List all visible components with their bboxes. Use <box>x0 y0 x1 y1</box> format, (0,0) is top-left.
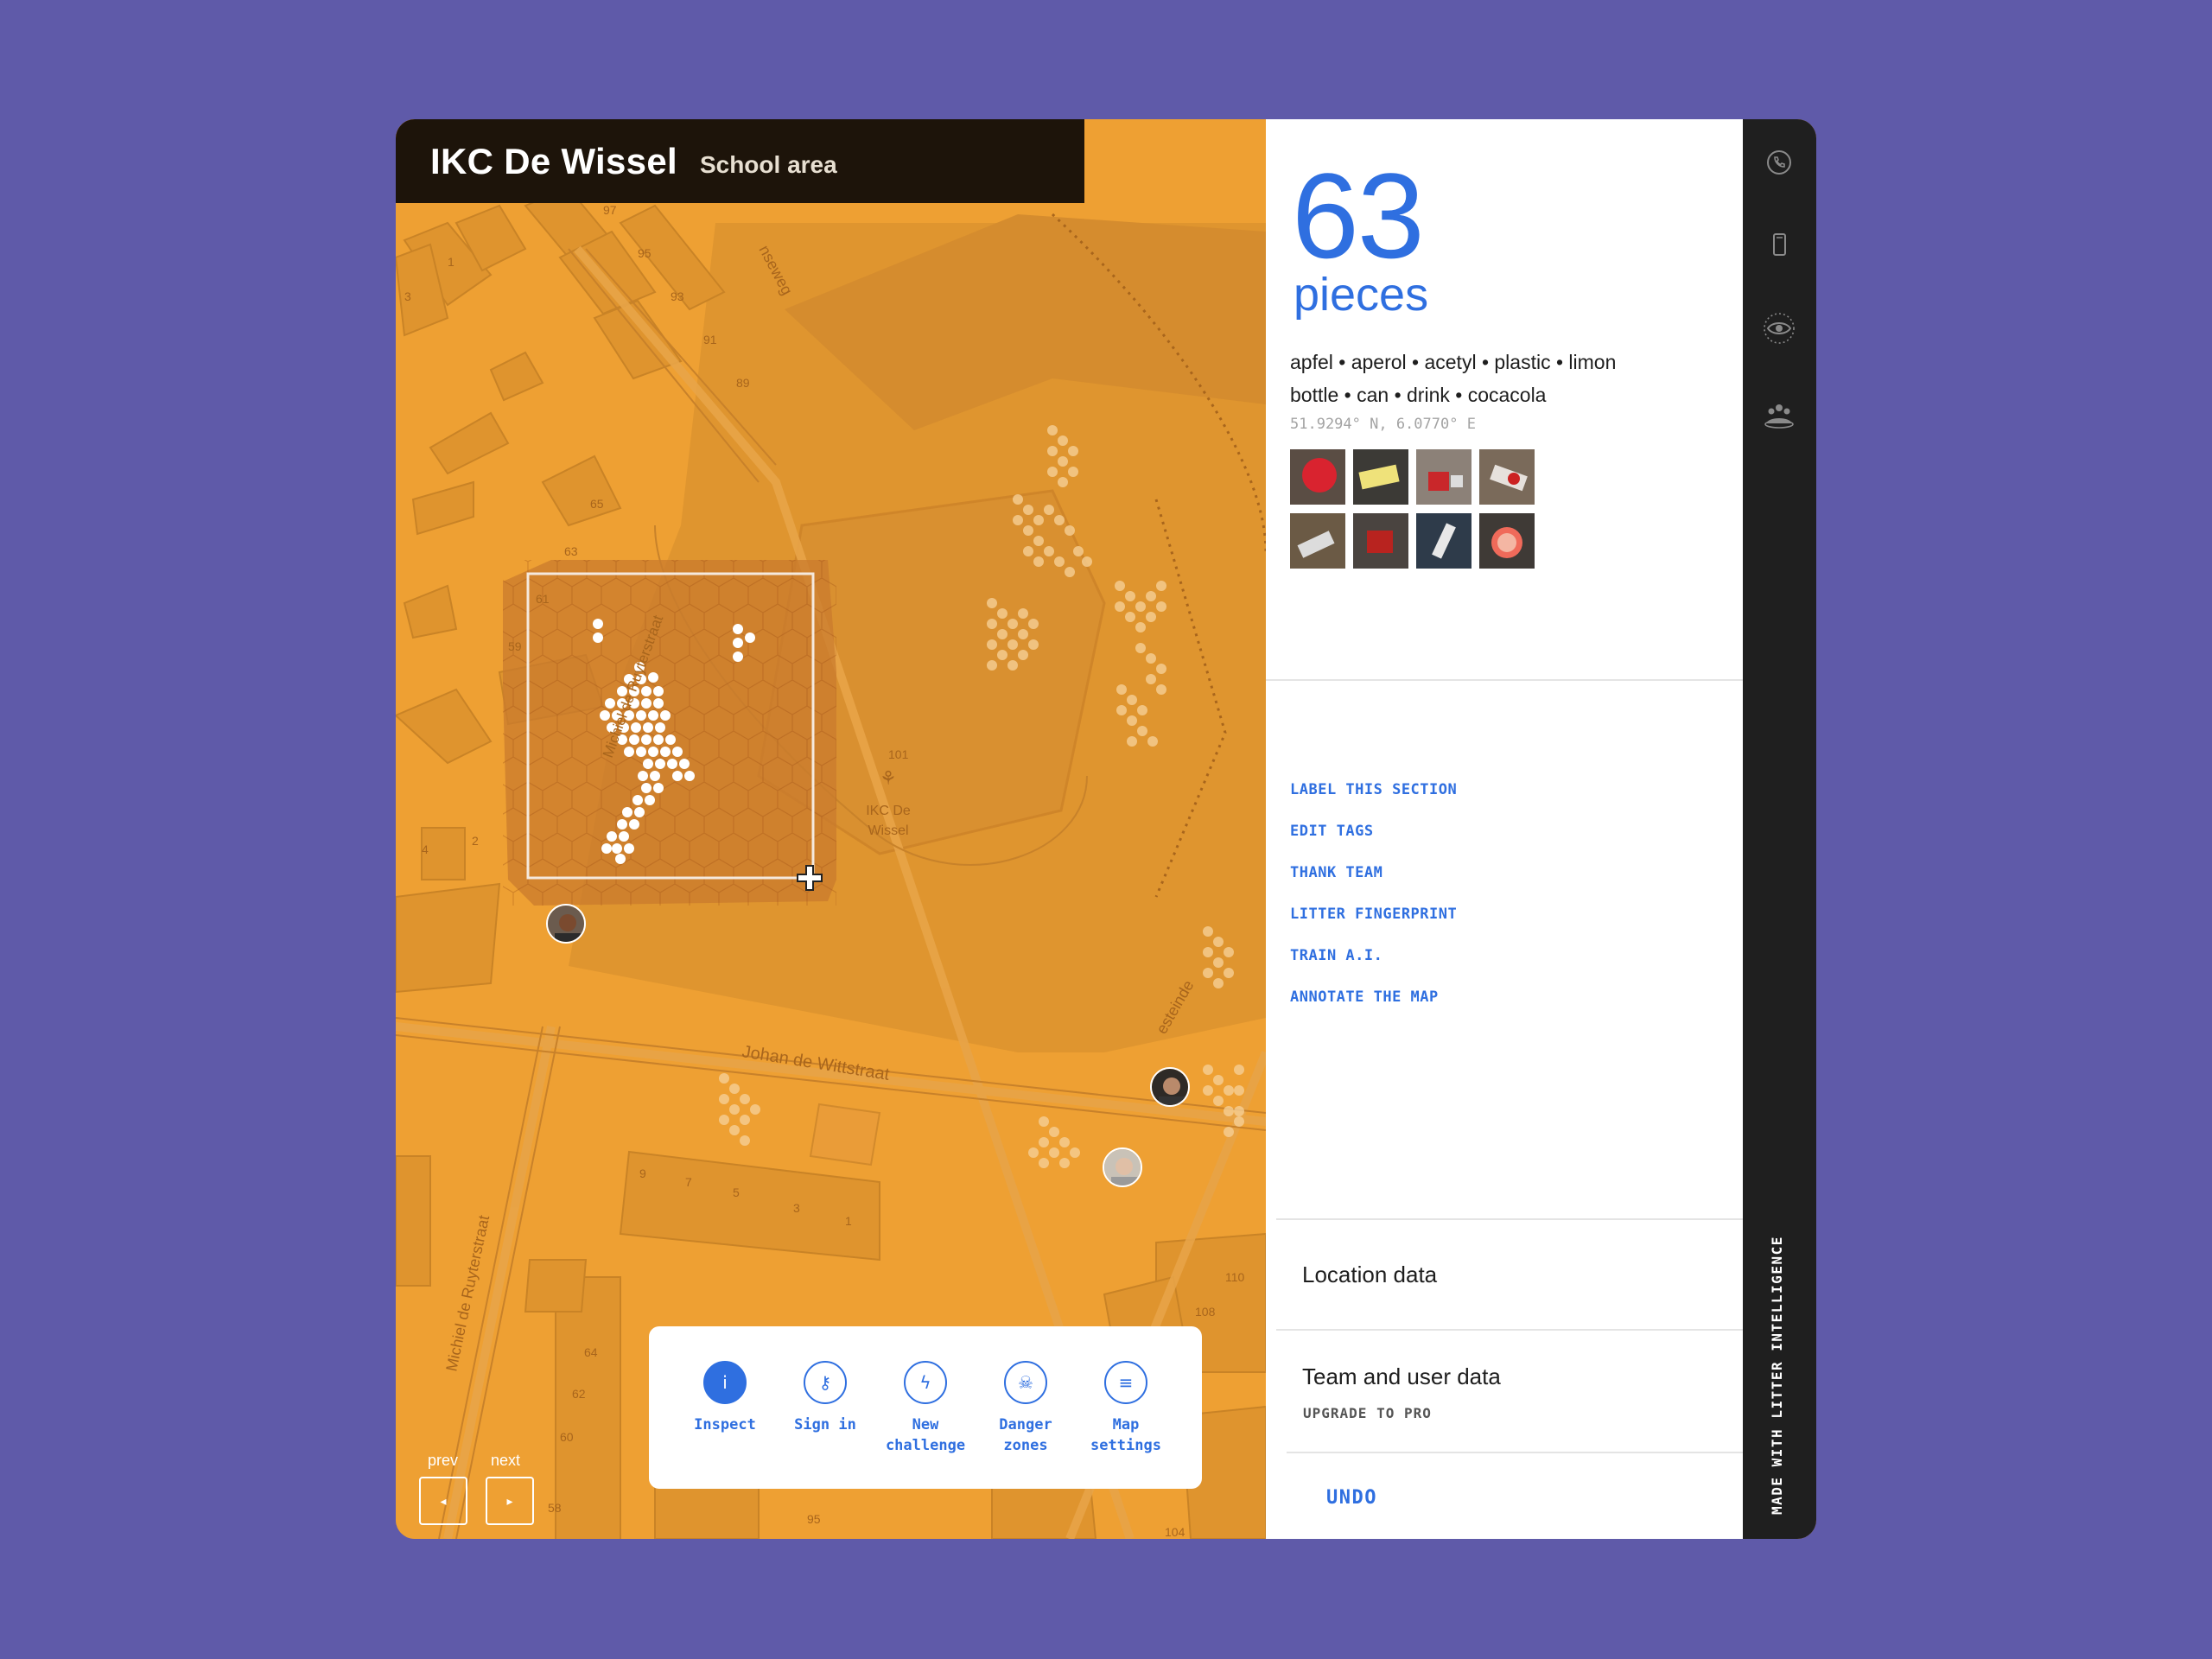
svg-text:2: 2 <box>472 834 479 848</box>
avatar[interactable] <box>1150 1067 1190 1107</box>
photo-grid <box>1290 449 1549 569</box>
svg-text:5: 5 <box>733 1185 740 1199</box>
phone-icon[interactable] <box>1762 145 1796 180</box>
prev-button[interactable]: ◂ <box>419 1477 467 1525</box>
street-label: Johan de Wittstraat <box>741 1042 891 1084</box>
skull-icon: ☠ <box>1004 1361 1047 1404</box>
svg-text:64: 64 <box>584 1345 598 1359</box>
made-with-label: MADE WITH LITTER INTELLIGENCE <box>1769 1236 1785 1515</box>
school-icon: ⚘ <box>880 767 897 789</box>
litter-photo[interactable] <box>1290 449 1345 505</box>
page-title: IKC De Wissel <box>430 140 677 181</box>
svg-text:62: 62 <box>572 1387 586 1401</box>
school-label: IKC De <box>866 804 911 818</box>
new-challenge-button[interactable]: ϟ New challenge <box>882 1361 969 1456</box>
lightning-icon: ϟ <box>904 1361 947 1404</box>
danger-zones-button[interactable]: ☠ Danger zones <box>982 1361 1069 1456</box>
litter-photo[interactable] <box>1353 449 1408 505</box>
tool-label: New challenge <box>885 1416 966 1454</box>
svg-text:101: 101 <box>888 747 909 761</box>
inspect-button[interactable]: i Inspect <box>682 1361 768 1435</box>
details-panel: 63 pieces apfel • aperol • acetyl • plas… <box>1266 119 1743 1539</box>
side-rail: MADE WITH LITTER INTELLIGENCE <box>1743 119 1816 1539</box>
svg-text:1: 1 <box>845 1214 852 1228</box>
action-list: LABEL THIS SECTION EDIT TAGS THANK TEAM … <box>1290 769 1457 1018</box>
svg-text:89: 89 <box>736 376 750 390</box>
tag-line: bottle • can • drink • cocacola <box>1290 384 1547 406</box>
tool-label: Sign in <box>794 1416 856 1433</box>
svg-text:1: 1 <box>448 255 454 269</box>
train-ai-link[interactable]: TRAIN A.I. <box>1290 935 1457 976</box>
team-data-section[interactable]: Team and user data <box>1302 1363 1501 1390</box>
litter-fingerprint-link[interactable]: LITTER FINGERPRINT <box>1290 893 1457 935</box>
header-bar: IKC De Wissel School area <box>396 119 1084 203</box>
svg-text:3: 3 <box>404 289 411 303</box>
sliders-icon: ≡ <box>1104 1361 1147 1404</box>
svg-text:104: 104 <box>1165 1525 1185 1539</box>
svg-text:61: 61 <box>536 592 550 606</box>
annotate-map-link[interactable]: ANNOTATE THE MAP <box>1290 976 1457 1018</box>
svg-text:59: 59 <box>508 639 522 653</box>
info-icon: i <box>703 1361 747 1404</box>
svg-text:63: 63 <box>564 544 578 558</box>
litter-photo[interactable] <box>1353 513 1408 569</box>
svg-text:4: 4 <box>422 842 429 856</box>
triangle-left-icon: ◂ <box>440 1493 447 1508</box>
divider <box>1287 1452 1743 1453</box>
tool-label: Danger zones <box>999 1416 1052 1454</box>
undo-button[interactable]: UNDO <box>1326 1487 1377 1509</box>
next-button[interactable]: ▸ <box>486 1477 534 1525</box>
svg-text:7: 7 <box>685 1175 692 1189</box>
map-view[interactable]: Johan de Wittstraat Michiel de Ruyterstr… <box>396 119 1266 1539</box>
svg-text:60: 60 <box>560 1430 574 1444</box>
tool-label: Inspect <box>694 1416 756 1433</box>
litter-photo[interactable] <box>1479 513 1535 569</box>
svg-text:95: 95 <box>807 1512 821 1526</box>
school-label: Wissel <box>868 823 908 838</box>
svg-text:58: 58 <box>548 1501 562 1515</box>
mobile-icon[interactable] <box>1762 227 1796 262</box>
prev-label: prev <box>428 1452 459 1469</box>
upgrade-link[interactable]: UPGRADE TO PRO <box>1303 1405 1432 1421</box>
svg-text:97: 97 <box>603 203 617 217</box>
next-label: next <box>491 1452 521 1469</box>
tag-line: apfel • aperol • acetyl • plastic • limo… <box>1290 351 1617 373</box>
svg-text:95: 95 <box>638 246 652 260</box>
litter-photo[interactable] <box>1416 449 1471 505</box>
litter-photo[interactable] <box>1416 513 1471 569</box>
map-toolbar: i Inspect ⚷ Sign in ϟ New challenge ☠ Da… <box>649 1326 1202 1489</box>
avatar[interactable] <box>1103 1147 1142 1187</box>
divider <box>1266 679 1743 681</box>
litter-photo[interactable] <box>1290 513 1345 569</box>
coordinates: 51.9294° N, 6.0770° E <box>1290 416 1476 433</box>
avatar[interactable] <box>546 904 586 944</box>
divider <box>1276 1218 1743 1220</box>
thank-team-link[interactable]: THANK TEAM <box>1290 852 1457 893</box>
litter-photo[interactable] <box>1479 449 1535 505</box>
label-section-link[interactable]: LABEL THIS SECTION <box>1290 769 1457 810</box>
edit-tags-link[interactable]: EDIT TAGS <box>1290 810 1457 852</box>
eye-icon[interactable] <box>1762 311 1796 346</box>
svg-text:91: 91 <box>703 333 717 346</box>
page-subtitle: School area <box>699 150 837 178</box>
svg-text:3: 3 <box>793 1201 800 1215</box>
location-data-section[interactable]: Location data <box>1302 1262 1437 1288</box>
svg-text:110: 110 <box>1225 1270 1245 1284</box>
sign-in-button[interactable]: ⚷ Sign in <box>782 1361 868 1435</box>
svg-text:65: 65 <box>590 497 604 511</box>
svg-text:93: 93 <box>671 289 684 303</box>
triangle-right-icon: ▸ <box>506 1493 513 1508</box>
team-icon[interactable] <box>1762 397 1796 432</box>
svg-text:9: 9 <box>639 1166 646 1180</box>
app-window: Johan de Wittstraat Michiel de Ruyterstr… <box>396 119 1816 1539</box>
divider <box>1276 1329 1743 1331</box>
litter-count: 63 <box>1292 148 1425 283</box>
svg-text:108: 108 <box>1195 1305 1216 1319</box>
litter-unit: pieces <box>1294 269 1429 321</box>
map-settings-button[interactable]: ≡ Map settings <box>1083 1361 1169 1456</box>
tool-label: Map settings <box>1090 1416 1161 1454</box>
tag-list: apfel • aperol • acetyl • plastic • limo… <box>1290 346 1705 411</box>
key-icon: ⚷ <box>804 1361 847 1404</box>
